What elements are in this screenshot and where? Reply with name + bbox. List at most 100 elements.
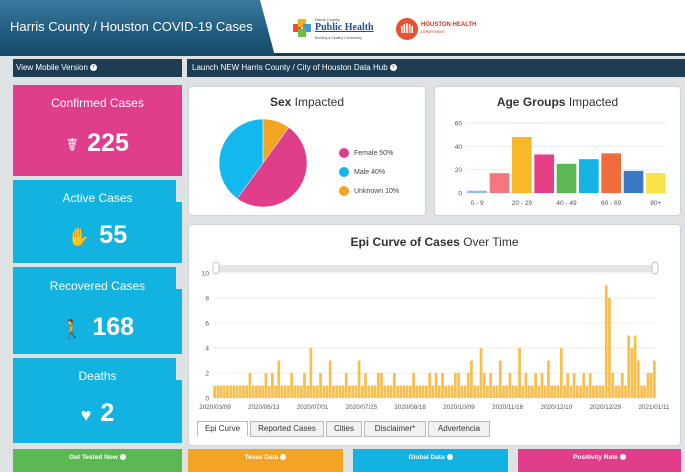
positivity-rate-button[interactable]: Positivity Rate	[518, 449, 681, 472]
recovered-cases-value: 🚶 168	[60, 313, 135, 341]
epi-bar	[537, 385, 541, 398]
x-tick-label: 20 - 29	[512, 200, 533, 207]
epi-bar	[527, 385, 531, 398]
epi-bar	[614, 385, 618, 398]
epi-bar	[566, 373, 570, 398]
epi-bar	[370, 385, 374, 398]
x-tick-label: 60 - 69	[601, 200, 622, 207]
epi-bar	[463, 385, 467, 398]
y-tick-label: 8	[205, 296, 209, 303]
confirmed-cases-card: Confirmed Cases ☤ 225	[13, 85, 182, 176]
global-data-button[interactable]: Global Data	[353, 449, 508, 472]
epi-bar	[383, 385, 387, 398]
y-tick-label: 0	[205, 396, 209, 403]
age-bar	[512, 137, 532, 193]
logo-public-health-text: Public Health	[315, 22, 374, 33]
active-cases-value: ✋ 55	[67, 221, 128, 249]
x-tick-label: 2020/08/18	[394, 404, 426, 411]
view-mobile-link[interactable]: View Mobile Version ›	[13, 59, 182, 77]
y-tick-label: 0	[458, 191, 462, 198]
stethoscope-icon: ☤	[66, 135, 79, 155]
get-tested-button[interactable]: Get Tested Now	[13, 449, 182, 472]
epi-bar	[601, 385, 605, 398]
epi-bar	[235, 385, 239, 398]
epi-bar	[521, 385, 525, 398]
sex-impacted-panel: Sex Impacted Female 50% Male 40% Unknown…	[188, 86, 426, 216]
epi-bar	[393, 373, 396, 398]
x-tick-label: 2020/12/10	[541, 404, 573, 411]
epi-bar	[418, 385, 422, 398]
epi-bar	[479, 348, 483, 398]
epi-bar	[588, 373, 592, 398]
y-tick-label: 4	[205, 346, 209, 353]
x-tick-label: 0 - 9	[471, 200, 484, 207]
logo-houston-health-text: HOUSTON HEALTH	[421, 22, 477, 28]
epi-bar	[553, 385, 557, 398]
epi-bar	[271, 373, 274, 398]
epi-bar	[341, 385, 345, 398]
epi-bar	[412, 373, 415, 398]
epi-bar	[540, 373, 544, 398]
tab-disclaimer[interactable]: Disclaimer*	[364, 421, 426, 437]
epi-bar	[425, 385, 428, 398]
x-tick-label: 2020/12/29	[589, 404, 621, 411]
epi-bar	[293, 385, 297, 398]
houston-health-mark-icon	[396, 18, 418, 40]
epi-bar	[428, 373, 432, 398]
data-hub-label: Launch NEW Harris County / City of Houst…	[192, 63, 388, 72]
arrow-circle-icon	[619, 454, 626, 461]
epi-bar	[274, 385, 277, 398]
epi-bar	[598, 385, 602, 398]
epi-bar	[476, 385, 480, 398]
dashboard-page: Harris County / Houston COVID-19 Cases H…	[0, 0, 685, 472]
houston-health-department-logo[interactable]: HOUSTON HEALTH DEPARTMENT	[396, 18, 488, 40]
epi-bar	[309, 348, 313, 398]
epi-bar	[213, 385, 216, 398]
range-slider-track	[217, 265, 656, 272]
y-tick-label: 10	[202, 271, 210, 278]
sex-pie-chart	[218, 118, 308, 208]
tab-advertencia[interactable]: Advertencia	[428, 421, 490, 437]
epi-bar	[495, 385, 499, 398]
age-bar	[601, 153, 621, 193]
epi-bar	[348, 385, 351, 398]
epi-bar	[245, 385, 249, 398]
heart-pulse-icon: ♥	[80, 405, 92, 425]
epi-bar	[306, 385, 310, 398]
harris-county-public-health-logo[interactable]: Harris County Public Health Building a H…	[293, 17, 383, 43]
epi-bar-chart: 0 2 4 6 8 10 2020/03/09 2020/06/13 2020/07/01 202…	[199, 261, 670, 411]
epi-bar	[248, 373, 252, 398]
epi-bar	[502, 385, 505, 398]
tab-reported-cases[interactable]: Reported Cases	[250, 421, 324, 437]
epi-bar	[409, 385, 412, 398]
epi-bar	[325, 385, 329, 398]
epi-panel-title: Epi Curve of Cases Over Time	[350, 235, 519, 249]
logo-tagline: Building a Healthy Community	[315, 36, 362, 40]
epi-bar	[454, 373, 457, 398]
tab-epi-curve[interactable]: Epi Curve	[197, 421, 248, 437]
epi-bar	[283, 385, 287, 398]
epi-bar	[575, 385, 579, 398]
epi-bar	[473, 385, 476, 398]
age-bar-chart: 0 20 40 60 0 - 9 20 - 29 40 - 49 60 - 69 80+	[455, 121, 667, 207]
epi-bar	[322, 385, 326, 398]
texas-data-button[interactable]: Texas Data	[188, 449, 343, 472]
tab-cities[interactable]: Cities	[326, 421, 362, 437]
epi-bar	[531, 385, 534, 398]
epi-bar	[643, 385, 647, 398]
age-bar	[489, 173, 510, 193]
data-hub-link[interactable]: Launch NEW Harris County / City of Houst…	[187, 59, 685, 77]
arrow-circle-icon	[119, 454, 126, 461]
epi-bar	[360, 385, 364, 398]
epi-bar	[636, 360, 640, 398]
header: Harris County / Houston COVID-19 Cases H…	[0, 0, 685, 56]
epi-bar	[486, 385, 489, 398]
age-bar	[623, 170, 644, 193]
deaths-value: ♥ 2	[80, 399, 115, 427]
epi-bar	[299, 385, 303, 398]
x-tick-label: 2021/01/11	[638, 404, 670, 411]
epi-bar	[332, 385, 335, 398]
age-bar	[534, 154, 554, 193]
epi-bar	[505, 385, 509, 398]
epi-bar	[595, 385, 598, 398]
